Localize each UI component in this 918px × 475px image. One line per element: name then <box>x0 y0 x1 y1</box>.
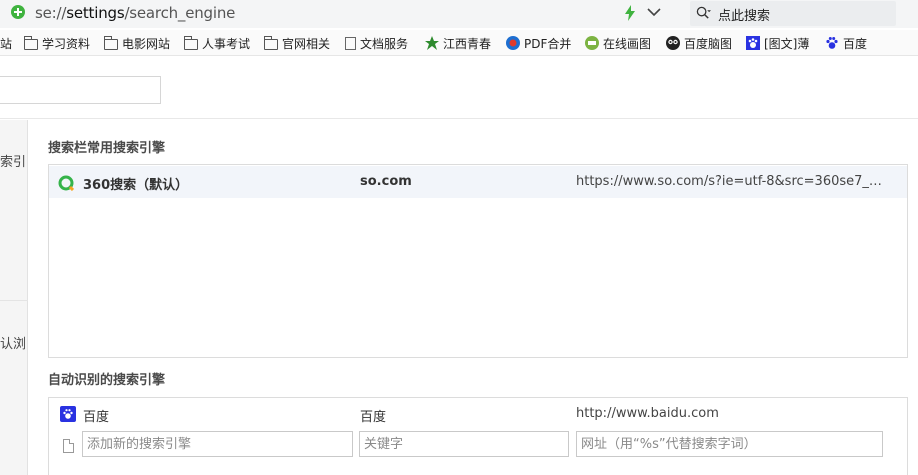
bookmark-item[interactable]: 站 <box>0 34 12 52</box>
address-bar-row: se://settings/search_engine 点此搜索 <box>0 0 918 28</box>
address-url[interactable]: se://settings/search_engine <box>35 4 235 22</box>
section-title-common: 搜索栏常用搜索引擎 <box>48 141 166 156</box>
url-scheme: se:// <box>35 4 67 22</box>
engine-name: 百度 <box>83 410 110 425</box>
baidu-paw-icon <box>746 36 760 50</box>
bookmark-mindmap[interactable]: 百度脑图 <box>666 34 736 52</box>
new-engine-keyword-input[interactable] <box>359 431 569 457</box>
sidebar-item-search-engine[interactable]: 索引 <box>0 151 26 170</box>
add-engine-row <box>49 428 907 460</box>
bookmark-docs[interactable]: 文档服务 <box>345 34 411 52</box>
folder-icon <box>184 35 198 50</box>
chevron-down-icon[interactable] <box>646 5 662 19</box>
pdf-icon <box>506 36 520 50</box>
settings-search-input[interactable] <box>0 76 161 104</box>
bookmark-pdf[interactable]: PDF合并 <box>506 34 572 52</box>
bookmark-baidu[interactable]: 百度 <box>825 34 867 52</box>
engine-url: https://www.so.com/s?ie=utf-8&src=360se7… <box>576 174 886 189</box>
new-engine-url-input[interactable] <box>576 431 883 457</box>
360-search-logo-icon <box>58 175 74 191</box>
sidebar-item-default-browser[interactable]: 认浏 <box>0 333 26 352</box>
lightning-icon[interactable] <box>624 5 636 21</box>
document-icon <box>345 36 356 50</box>
bookmarks-bar: 站 学习资料 电影网站 人事考试 官网相关 文档服务 江西青春 PDF合并 在线… <box>0 30 918 56</box>
draw-icon <box>585 36 599 50</box>
auto-engines-list: 百度 百度 http://www.baidu.com <box>48 397 908 475</box>
engine-url: http://www.baidu.com <box>576 406 719 421</box>
common-engines-list: 360搜索（默认） so.com https://www.so.com/s?ie… <box>48 164 908 358</box>
search-placeholder: 点此搜索 <box>718 9 771 24</box>
engine-keyword: so.com <box>360 174 412 189</box>
search-box[interactable]: 点此搜索 <box>690 1 896 26</box>
bookmark-jiangxi[interactable]: 江西青春 <box>425 34 491 52</box>
new-page-icon <box>63 438 75 453</box>
secure-shield-icon[interactable] <box>11 5 25 19</box>
folder-icon <box>264 35 278 50</box>
url-path: /search_engine <box>124 4 236 22</box>
url-host: settings <box>66 4 125 22</box>
sidebar-divider <box>0 300 28 301</box>
baidu-logo-icon <box>60 406 76 422</box>
folder-icon <box>24 35 38 50</box>
baidu-paw-blue-icon <box>826 37 838 49</box>
engine-row-360[interactable]: 360搜索（默认） so.com https://www.so.com/s?ie… <box>49 166 907 198</box>
bookmark-folder-movies[interactable]: 电影网站 <box>104 34 170 52</box>
bookmark-folder-study[interactable]: 学习资料 <box>24 34 90 52</box>
engine-name: 360搜索（默认） <box>83 178 189 193</box>
section-title-auto: 自动识别的搜索引擎 <box>48 373 166 388</box>
search-icon[interactable] <box>696 5 711 21</box>
folder-icon <box>104 35 118 50</box>
new-engine-name-input[interactable] <box>82 431 353 457</box>
bookmark-article[interactable]: [图文]薄 <box>746 34 812 52</box>
engine-keyword: 百度 <box>360 410 387 425</box>
bookmark-draw[interactable]: 在线画图 <box>585 34 651 52</box>
bookmark-folder-exam[interactable]: 人事考试 <box>184 34 250 52</box>
engine-row-baidu[interactable]: 百度 百度 http://www.baidu.com <box>49 398 907 430</box>
settings-header-strip <box>0 57 918 119</box>
green-leaf-icon <box>425 36 439 50</box>
owl-icon <box>666 36 680 50</box>
settings-sidebar: 索引 认浏 <box>0 120 28 475</box>
bookmark-folder-official[interactable]: 官网相关 <box>264 34 330 52</box>
